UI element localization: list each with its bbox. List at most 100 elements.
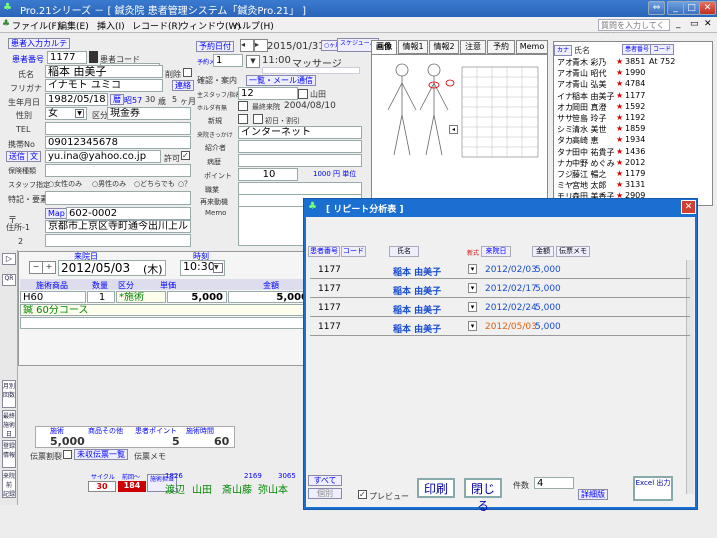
date-picker-button[interactable]: ◂ [240, 39, 254, 52]
points-field[interactable]: 10 [238, 168, 298, 181]
hdr-name[interactable]: 氏名 [389, 246, 419, 257]
new-checkbox[interactable] [238, 114, 248, 124]
help-search-input[interactable]: 質問を入力してください [598, 19, 670, 41]
booking-date[interactable]: 2015/01/31 [267, 41, 325, 52]
patient-list-row[interactable]: ミヤ 宮地 太郎 3131 ★ [554, 180, 712, 191]
class-select[interactable]: 現金券 [107, 107, 191, 120]
therapist-3[interactable]: 斎山藤 [222, 481, 252, 496]
therapist-4[interactable]: 弥山本 [258, 481, 288, 496]
patient-list-row[interactable]: タナ 田中 祐貴子 1436 ★ [554, 147, 712, 158]
mobile-field[interactable]: 09012345678 [45, 136, 191, 149]
hdr-visit-date[interactable]: 来院日 [481, 246, 511, 257]
insurance-field[interactable] [45, 164, 191, 177]
patient-list-row[interactable]: ナカ 中野 めぐみ 2012 ★ [554, 158, 712, 169]
individual-button[interactable]: 個別 [308, 488, 342, 499]
row3-empty[interactable] [20, 317, 312, 329]
menu-file[interactable]: ファイル(F) [12, 19, 60, 32]
date-picker-next[interactable]: ▸ [254, 39, 268, 52]
menu-help[interactable]: ヘルプ(H) [233, 19, 274, 32]
zip-field[interactable]: 602-0002 [66, 207, 191, 220]
row1-price[interactable]: 5,000 [167, 291, 227, 303]
detail-version-button[interactable]: 詳細版 [578, 489, 608, 500]
tel-field[interactable] [45, 122, 191, 135]
mdi-close-button[interactable]: ✕ [704, 19, 712, 29]
trigger-select[interactable]: インターネット [238, 126, 362, 139]
preview-checkbox[interactable]: ✓ [358, 490, 367, 499]
qr-button[interactable]: QR [2, 274, 16, 286]
patient-list-row[interactable]: フジ 藤江 暢之 1179 ★ [554, 169, 712, 180]
furigana-field[interactable]: イナモト ユミコ [45, 79, 163, 92]
print-button[interactable]: 印刷 [417, 478, 455, 498]
repeat-row[interactable]: 1177 稲本 由美子 ▾ 2012/02/17 5,000 [310, 280, 690, 298]
monthly-count-button[interactable]: 月別回数 [2, 380, 16, 408]
patient-id-field[interactable]: 1177 [47, 51, 87, 64]
tab-memo[interactable]: Memo [516, 40, 548, 54]
close-popup-button[interactable]: 閉じる [464, 478, 502, 513]
hdr-patient-id[interactable]: 患者番号 [308, 246, 340, 257]
address2-field[interactable] [45, 234, 191, 247]
unpaid-list-button[interactable]: 未収伝票一覧 [74, 449, 128, 460]
patient-list-row[interactable]: オカ 岡田 真澄 1592 ★ [554, 102, 712, 113]
email-field[interactable]: yu.ina@yahoo.co.jp [45, 150, 161, 163]
image-prev-button[interactable]: ◂ [449, 125, 458, 134]
menu-window[interactable]: ウィンドウ(W) [180, 19, 241, 32]
list-col-code[interactable]: コード [650, 44, 675, 55]
time-picker-button[interactable]: ▼ [246, 55, 260, 68]
map-button[interactable]: Map [45, 208, 68, 219]
menu-edit[interactable]: 編集(E) [58, 19, 89, 32]
booking-sub-field[interactable] [262, 67, 360, 74]
booking-num[interactable]: 1 [213, 54, 243, 67]
patient-list-row[interactable]: イナ 稲本 由美子 1177 ★ [554, 91, 712, 102]
list-col-kana[interactable]: カナ [554, 45, 573, 56]
disease-select[interactable] [238, 154, 362, 167]
tab-booking[interactable]: 予約 [487, 40, 515, 54]
patient-list-row[interactable]: タカ 高崎 恵 1934 ★ [554, 135, 712, 146]
registration-info-button[interactable]: 登録情報 [2, 440, 16, 468]
repeat-row-btn[interactable]: ▾ [468, 264, 477, 274]
mdi-restore-button[interactable]: ▭ [690, 19, 699, 29]
close-button[interactable]: ✕ [699, 1, 716, 15]
patient-list-row[interactable]: アオ 青山 昭代 1990 ★ [554, 68, 712, 79]
list-col-id[interactable]: 患者番号 [622, 44, 653, 55]
radio-unknown[interactable]: ○？ [178, 179, 191, 189]
therapist-2[interactable]: 山田 [192, 481, 212, 496]
menu-insert[interactable]: 挿入(I) [97, 19, 125, 32]
radio-female-only[interactable]: ○女性のみ [48, 179, 82, 189]
tab-info2[interactable]: 情報2 [429, 40, 459, 54]
calendar-icon[interactable]: 暦 [110, 94, 124, 105]
patient-list-row[interactable]: シミ 清水 美世 1859 ★ [554, 124, 712, 135]
intro-field[interactable] [238, 140, 362, 153]
visit-prev-day[interactable]: − [29, 261, 43, 274]
app-menu-icon[interactable]: ♣ [2, 19, 10, 29]
booking-date-button[interactable]: 予約日付 [196, 41, 234, 52]
row1-qty[interactable]: 1 [87, 291, 115, 303]
play-icon[interactable]: ▷ [2, 253, 16, 265]
restore-arrows-icon[interactable]: ⇔ [648, 1, 665, 15]
tab-image[interactable]: 画像 [371, 40, 397, 54]
repeat-row[interactable]: 1177 稲本 由美子 ▾ 2012/05/03 5,000 [310, 318, 690, 336]
all-button[interactable]: すべて [308, 475, 342, 486]
hdr-code[interactable]: コード [341, 246, 366, 257]
patient-list-row[interactable]: ササ 笹島 玲子 1192 ★ [554, 113, 712, 124]
tab-caution[interactable]: 注意 [460, 40, 486, 54]
slip-split-checkbox[interactable] [63, 450, 72, 459]
slip-split-label[interactable]: 伝票割裂 [30, 451, 62, 462]
kana-search-button[interactable]: 患者入力カルテ [8, 38, 70, 49]
mail-list-button[interactable]: 一覧・メール通信 [246, 75, 316, 86]
row2-name[interactable]: 鍼 60分コース [20, 304, 312, 316]
first-checkbox[interactable] [238, 101, 248, 111]
row1-code[interactable]: H60 [20, 291, 86, 303]
hdr-slip-memo[interactable]: 伝票メモ [556, 246, 590, 257]
maximize-button[interactable]: □ [683, 1, 700, 15]
excel-export-button[interactable]: Excel 出力 [633, 476, 673, 501]
radio-either[interactable]: ○どちらでも [134, 179, 175, 189]
barcode-icon[interactable] [89, 51, 98, 63]
patient-list-row[interactable]: アオ 青山 弘美 4784 ★ [554, 79, 712, 90]
notes-field[interactable] [45, 191, 191, 205]
dob-field[interactable]: 1982/05/18 [45, 93, 108, 106]
contact-button[interactable]: 連絡 [172, 80, 194, 91]
last-treatment-button[interactable]: 最終施術日 [2, 410, 16, 438]
repeat-row-btn[interactable]: ▾ [468, 283, 477, 293]
main-staff-num[interactable]: 12 [238, 87, 298, 100]
repeat-row-btn[interactable]: ▾ [468, 302, 477, 312]
